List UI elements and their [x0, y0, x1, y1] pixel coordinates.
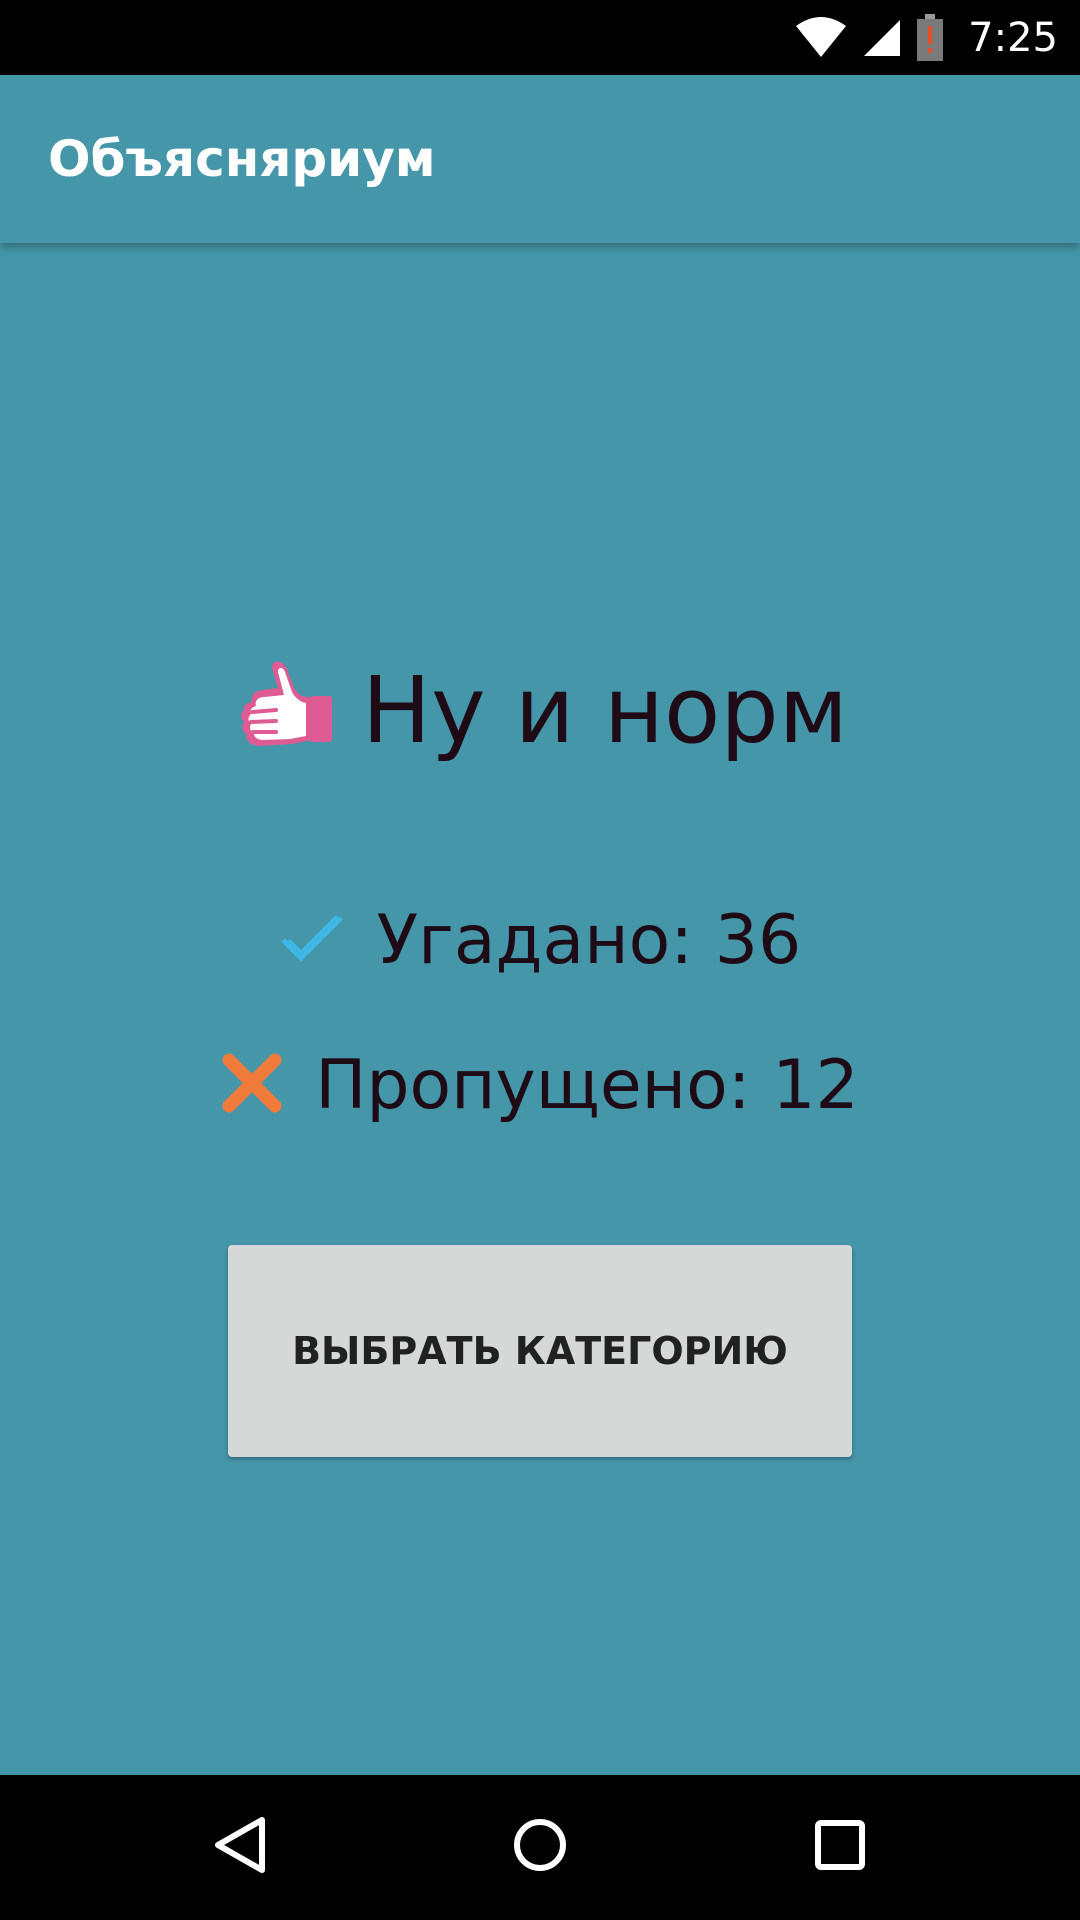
- back-button[interactable]: [160, 1775, 320, 1920]
- navigation-bar: [0, 1775, 1080, 1920]
- recents-icon: [814, 1819, 866, 1876]
- recents-button[interactable]: [760, 1775, 920, 1920]
- cell-signal-icon: [862, 18, 902, 58]
- status-clock: 7:25: [968, 14, 1058, 61]
- skipped-row: Пропущено: 12: [0, 1040, 1080, 1130]
- home-icon: [512, 1817, 568, 1878]
- choose-category-button[interactable]: ВЫБРАТЬ КАТЕГОРИЮ: [228, 1245, 852, 1457]
- app-screen: 7:25 Объясняриум Ну и норм Угадано: 36 П…: [0, 0, 1080, 1920]
- guessed-row: Угадано: 36: [0, 895, 1080, 985]
- home-button[interactable]: [460, 1775, 620, 1920]
- battery-alert-icon: [916, 13, 944, 62]
- cross-icon: [221, 1052, 283, 1119]
- back-icon: [212, 1815, 268, 1880]
- choose-category-label: ВЫБРАТЬ КАТЕГОРИЮ: [292, 1329, 788, 1373]
- guessed-label: Угадано: 36: [376, 900, 802, 980]
- status-bar: 7:25: [0, 0, 1080, 75]
- status-icons: 7:25: [794, 0, 1058, 75]
- skipped-label: Пропущено: 12: [315, 1045, 859, 1125]
- thumbs-up-icon: [232, 658, 336, 763]
- app-title: Объясняриум: [48, 130, 436, 188]
- app-bar: Объясняриум: [0, 75, 1080, 243]
- check-icon: [279, 912, 345, 969]
- result-text: Ну и норм: [361, 656, 849, 764]
- wifi-icon: [794, 16, 848, 59]
- result-row: Ну и норм: [0, 650, 1080, 770]
